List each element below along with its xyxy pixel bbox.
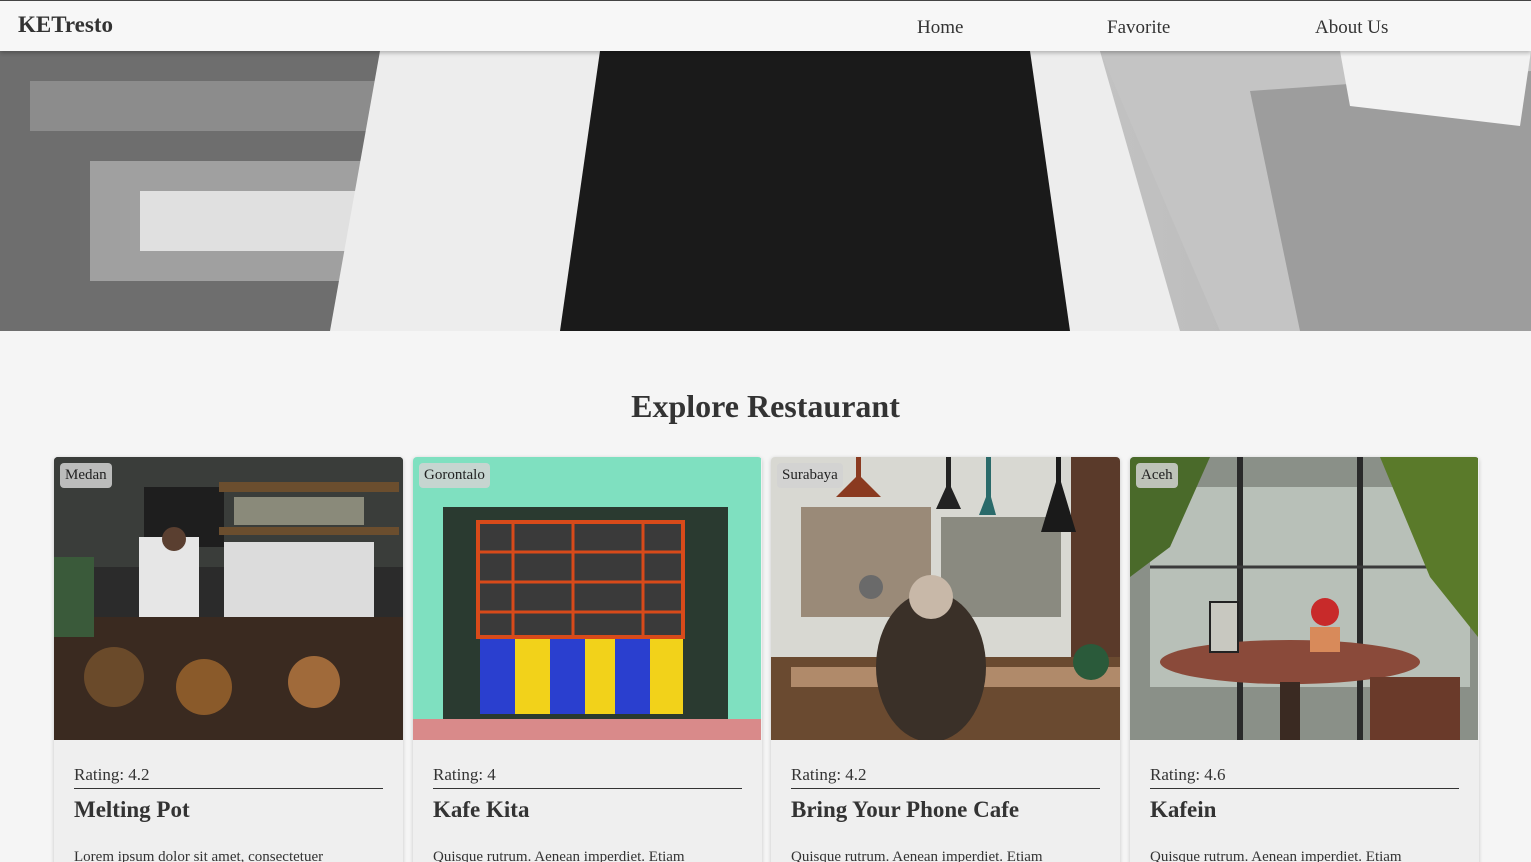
restaurant-name[interactable]: Kafein — [1150, 797, 1216, 823]
section-title: Explore Restaurant — [631, 388, 900, 424]
restaurant-card[interactable]: Gorontalo Rating: 4 Kafe Kita Quisque ru… — [413, 457, 762, 862]
city-badge: Surabaya — [777, 463, 843, 488]
restaurant-card[interactable]: Medan Rating: 4.2 Melting Pot Lorem ipsu… — [54, 457, 403, 862]
nav-home-link[interactable]: Home — [917, 17, 963, 39]
restaurant-rating: Rating: 4.2 — [791, 765, 1100, 789]
city-badge: Gorontalo — [419, 463, 490, 488]
city-badge: Aceh — [1136, 463, 1178, 488]
restaurant-rating: Rating: 4 — [433, 765, 742, 789]
nav-favorite-link[interactable]: Favorite — [1107, 17, 1170, 39]
hero-image — [0, 51, 1531, 331]
restaurant-description: Quisque rutrum. Aenean imperdiet. Etiam — [1150, 849, 1402, 862]
restaurant-image — [413, 457, 762, 740]
restaurant-name[interactable]: Kafe Kita — [433, 797, 529, 823]
restaurant-name[interactable]: Bring Your Phone Cafe — [791, 797, 1019, 823]
navbar: KETresto Home Favorite About Us — [0, 0, 1531, 51]
restaurant-rating: Rating: 4.2 — [74, 765, 383, 789]
restaurant-image — [54, 457, 403, 740]
restaurant-image — [771, 457, 1120, 740]
restaurant-image — [1130, 457, 1479, 740]
nav-about-link[interactable]: About Us — [1315, 17, 1388, 39]
restaurant-description: Quisque rutrum. Aenean imperdiet. Etiam — [433, 849, 685, 862]
restaurant-description: Quisque rutrum. Aenean imperdiet. Etiam — [791, 849, 1043, 862]
restaurant-description: Lorem ipsum dolor sit amet, consectetuer — [74, 849, 324, 862]
restaurant-card[interactable]: Aceh Rating: 4.6 Kafein Quisque rutrum. … — [1130, 457, 1479, 862]
city-badge: Medan — [60, 463, 112, 488]
restaurant-rating: Rating: 4.6 — [1150, 765, 1459, 789]
restaurant-name[interactable]: Melting Pot — [74, 797, 190, 823]
restaurant-card[interactable]: Surabaya Rating: 4.2 Bring Your Phone Ca… — [771, 457, 1120, 862]
brand-logo[interactable]: KETresto — [18, 12, 113, 38]
